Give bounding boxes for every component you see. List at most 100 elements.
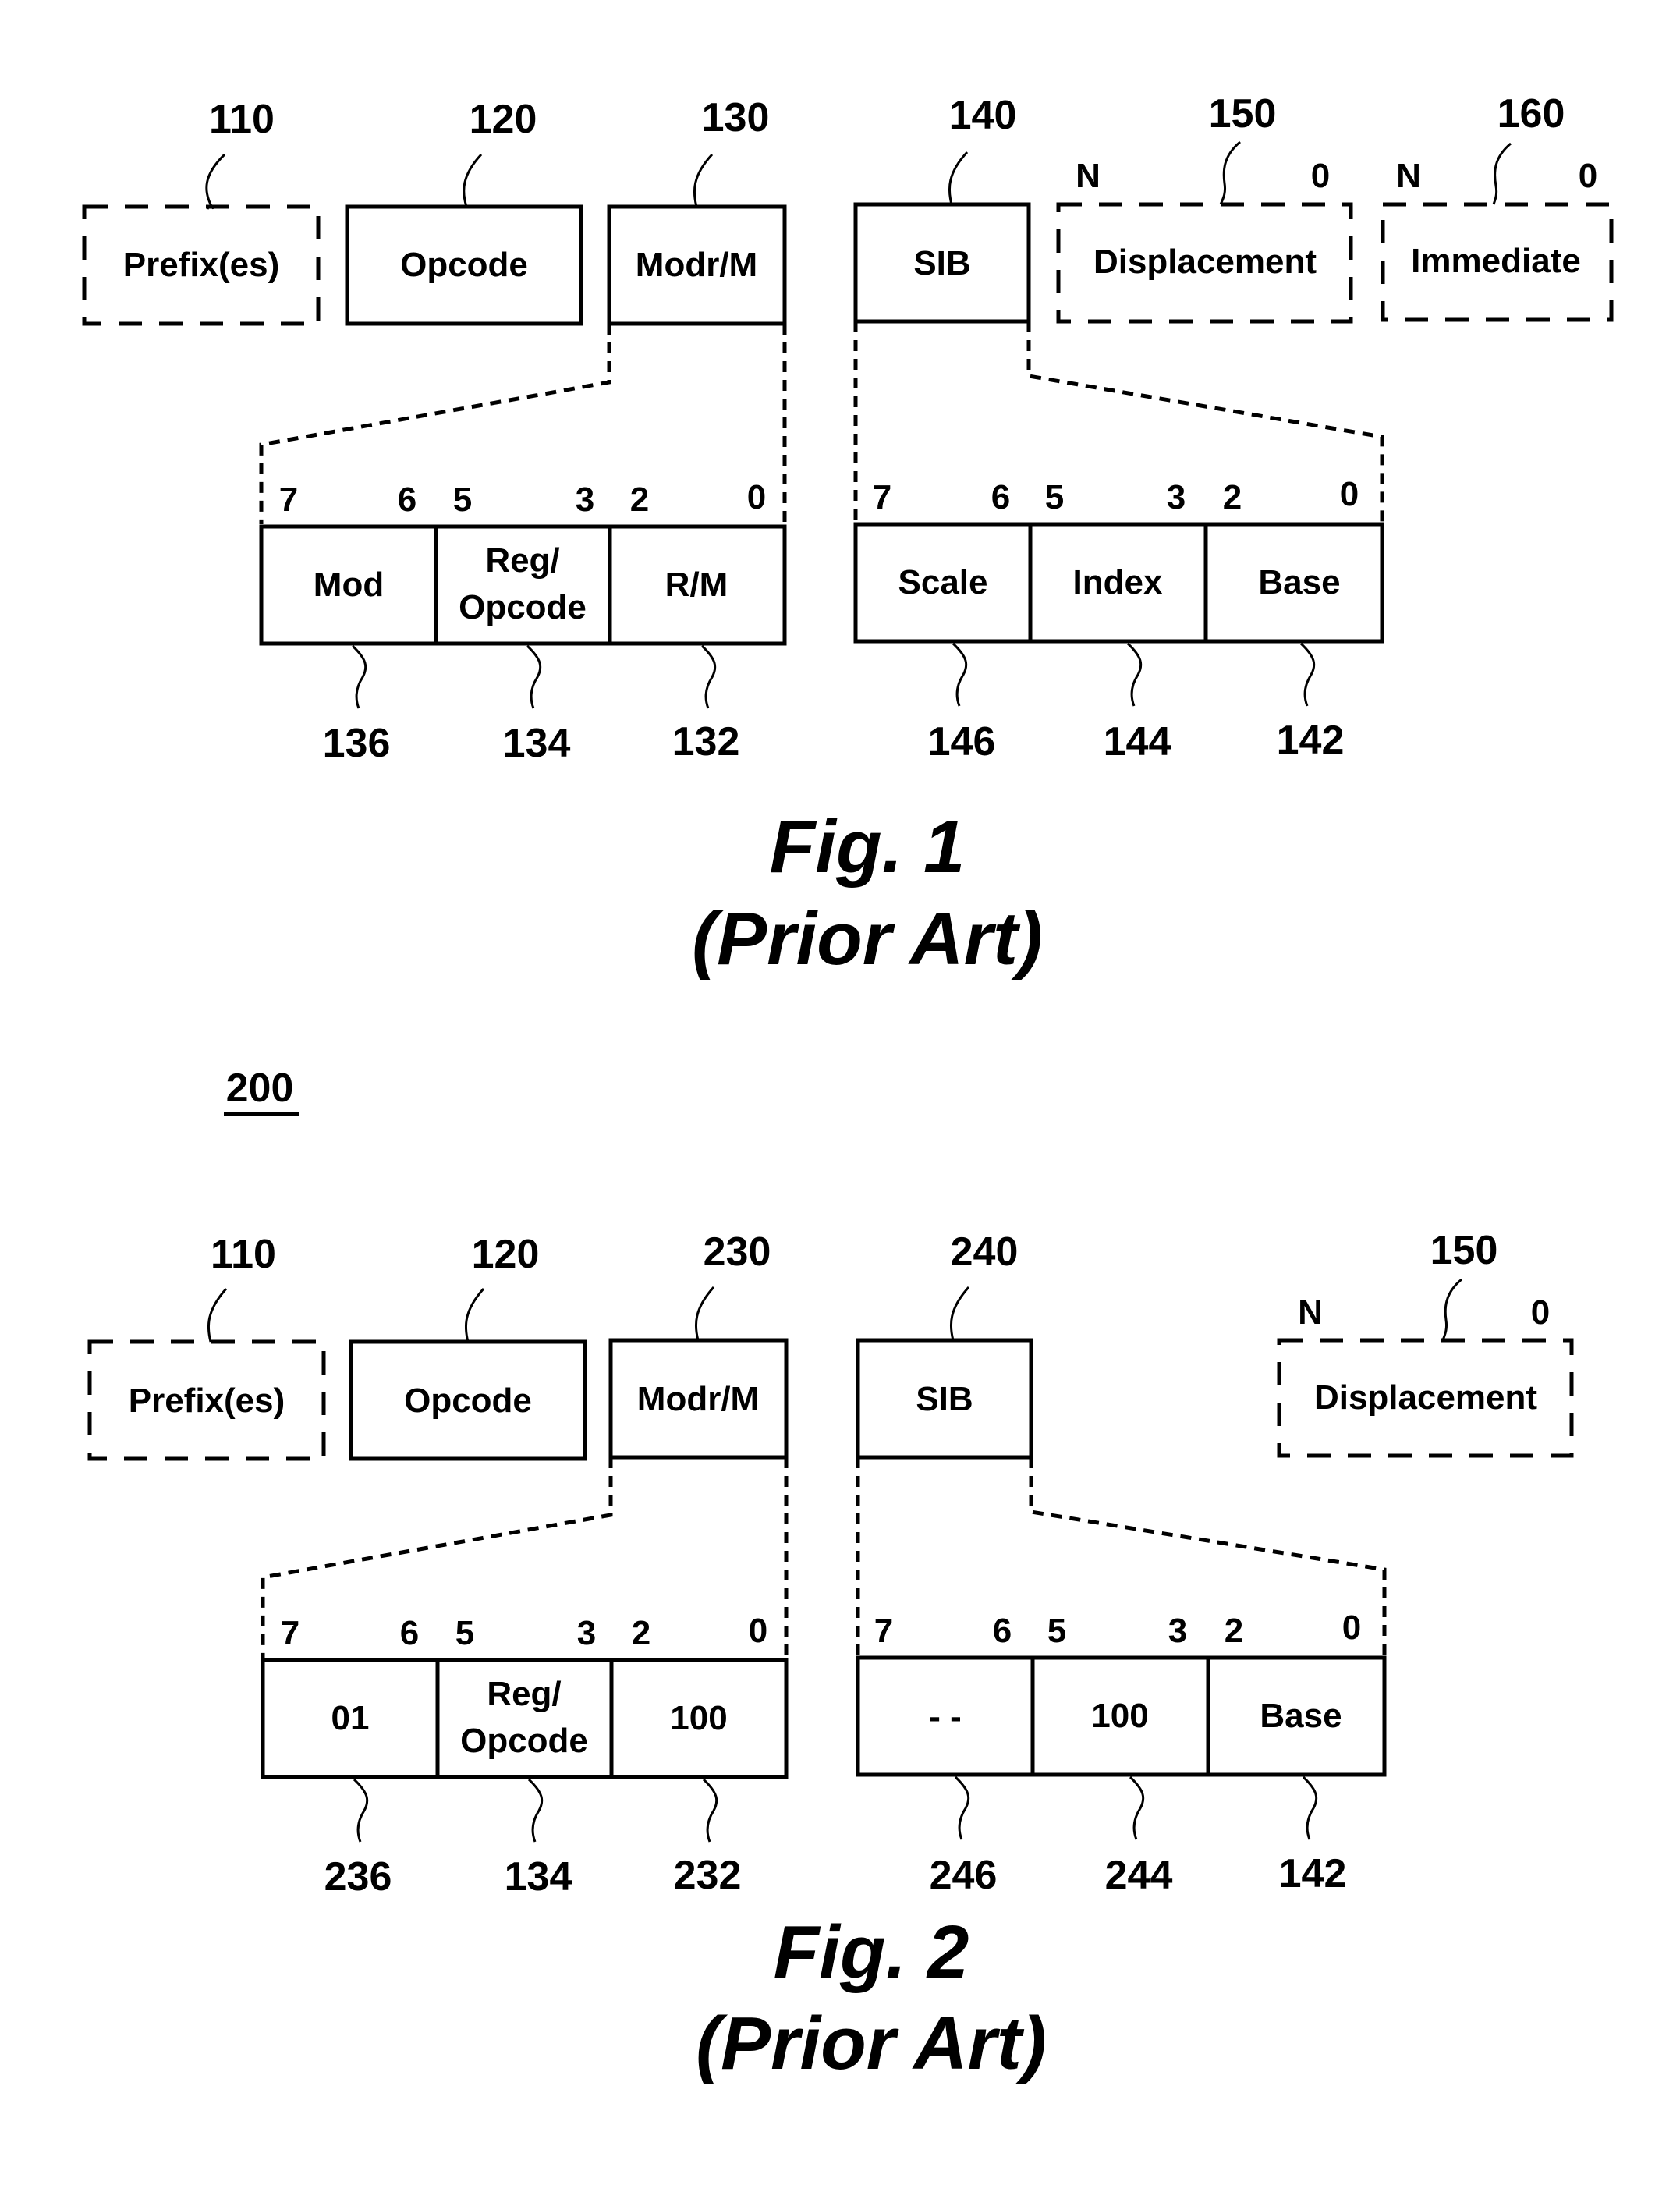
field-label: Displacement: [1314, 1378, 1537, 1417]
leader-line: [1219, 140, 1241, 205]
range-low-label: 0: [1579, 157, 1597, 195]
field-label: Prefix(es): [129, 1382, 285, 1420]
cell-reg-label-line2: Opcode: [459, 588, 587, 626]
leader-line: [700, 644, 717, 709]
cell-reg-label-line1: Reg/: [487, 1675, 561, 1713]
bit-label: 0: [749, 1612, 767, 1650]
field-modrm: 130 Modr/M: [607, 95, 787, 326]
field-immediate: 160 N 0 Immediate: [1381, 91, 1614, 322]
leader-line: [463, 153, 483, 208]
leader-line: [1492, 142, 1512, 205]
leader-line: [464, 1288, 485, 1343]
field-opcode: 120 Opcode: [345, 97, 583, 326]
ref-label: 150: [1430, 1228, 1498, 1273]
leader-line: [353, 1778, 369, 1843]
bit-label: 7: [281, 1614, 299, 1652]
leader-line: [694, 1286, 715, 1341]
expansion-line-right: [1029, 1457, 1387, 1658]
leader-line: [1441, 1278, 1462, 1341]
field-prefix: 110 Prefix(es): [87, 1232, 326, 1461]
ref-label: 236: [324, 1854, 392, 1900]
bit-label: 7: [279, 481, 298, 519]
bit-label: 3: [1167, 478, 1186, 516]
range-high-label: N: [1076, 157, 1101, 195]
bit-label: 5: [1045, 478, 1064, 516]
expansion-line-right: [1026, 321, 1384, 524]
leader-line: [948, 151, 969, 205]
cell-reg-label-line1: Reg/: [485, 541, 559, 580]
field-label: SIB: [916, 1380, 973, 1418]
ref-label: 132: [672, 719, 740, 764]
field-label: Prefix(es): [123, 246, 280, 284]
range-low-label: 0: [1531, 1293, 1550, 1332]
field-label: Immediate: [1411, 242, 1581, 280]
field-label: Opcode: [400, 246, 528, 284]
expansion-line-left: [261, 1457, 613, 1658]
ref-label: 144: [1104, 719, 1171, 764]
leader-line: [1302, 1775, 1318, 1840]
leader-line: [351, 644, 367, 709]
bit-label: 5: [453, 481, 472, 519]
field-prefix: 110 Prefix(es): [82, 97, 321, 326]
figure-2: 200 110 Prefix(es) 120 Opcode 230 Modr/M…: [87, 1066, 1574, 2085]
ref-label: 230: [704, 1229, 771, 1275]
sib-expansion: 7 6 5 3 2 0 - - 100 Base 246 244 142: [856, 1457, 1387, 1898]
ref-label: 232: [674, 1853, 742, 1898]
leader-line: [207, 1288, 228, 1343]
ref-label: 110: [211, 1232, 276, 1277]
ref-label: 142: [1279, 1851, 1347, 1896]
figure-2-caption: Fig. 2: [774, 1910, 969, 1994]
field-label: Opcode: [404, 1382, 532, 1420]
leader-line: [205, 153, 226, 210]
field-displacement: 150 N 0 Displacement: [1277, 1228, 1574, 1458]
figure-1-caption: Fig. 1: [770, 805, 966, 889]
ref-label: 160: [1497, 91, 1565, 137]
cell-index-label: Index: [1073, 563, 1163, 601]
bit-label: 3: [576, 481, 594, 519]
ref-label: 246: [930, 1853, 998, 1898]
cell-rm-label: R/M: [665, 566, 728, 604]
ref-label: 240: [951, 1229, 1019, 1275]
leader-line: [693, 153, 714, 208]
bit-label: 2: [1223, 478, 1242, 516]
range-low-label: 0: [1311, 157, 1330, 195]
ref-label: 136: [323, 721, 391, 766]
ref-label: 140: [949, 93, 1017, 138]
cell-scale-value: - -: [929, 1697, 962, 1736]
ref-label: 134: [505, 1854, 572, 1900]
leader-line: [954, 1775, 970, 1840]
range-high-label: N: [1396, 157, 1421, 195]
bit-label: 0: [1340, 475, 1359, 513]
figure-1: 110 Prefix(es) 120 Opcode 130 Modr/M 140…: [82, 91, 1614, 981]
bit-label: 3: [1168, 1612, 1187, 1650]
ref-label: 110: [209, 97, 275, 142]
expansion-line-left: [259, 324, 611, 524]
bit-label: 0: [747, 478, 766, 516]
field-label: Modr/M: [636, 246, 757, 284]
modrm-expansion: 7 6 5 3 2 0 Mod Reg/ Opcode R/M 136 134 …: [259, 324, 787, 766]
leader-line: [952, 642, 968, 707]
cell-base-label: Base: [1258, 563, 1340, 601]
cell-index-value: 100: [1091, 1697, 1148, 1735]
modrm-expansion: 7 6 5 3 2 0 01 Reg/ Opcode 100 236 134 2…: [261, 1457, 789, 1900]
bit-label: 5: [1047, 1612, 1066, 1650]
ref-label: 130: [702, 95, 770, 140]
cell-rm-value: 100: [670, 1699, 727, 1737]
bit-label: 2: [630, 481, 649, 519]
leader-line: [1129, 1775, 1145, 1840]
bit-label: 7: [874, 1612, 893, 1650]
ref-label: 146: [928, 719, 996, 764]
bit-label: 0: [1342, 1609, 1361, 1647]
leader-line: [1126, 642, 1143, 707]
ref-label: 120: [470, 97, 537, 142]
field-sib: 240 SIB: [856, 1229, 1033, 1460]
figure-1-subcaption: (Prior Art): [692, 897, 1043, 981]
leader-line: [1299, 642, 1316, 707]
range-high-label: N: [1298, 1293, 1323, 1332]
cell-scale-label: Scale: [898, 563, 988, 601]
cell-mod-value: 01: [331, 1699, 370, 1737]
field-modrm: 230 Modr/M: [608, 1229, 789, 1460]
ref-label: 244: [1105, 1853, 1173, 1898]
field-label: Displacement: [1093, 243, 1317, 281]
bit-label: 7: [873, 478, 891, 516]
